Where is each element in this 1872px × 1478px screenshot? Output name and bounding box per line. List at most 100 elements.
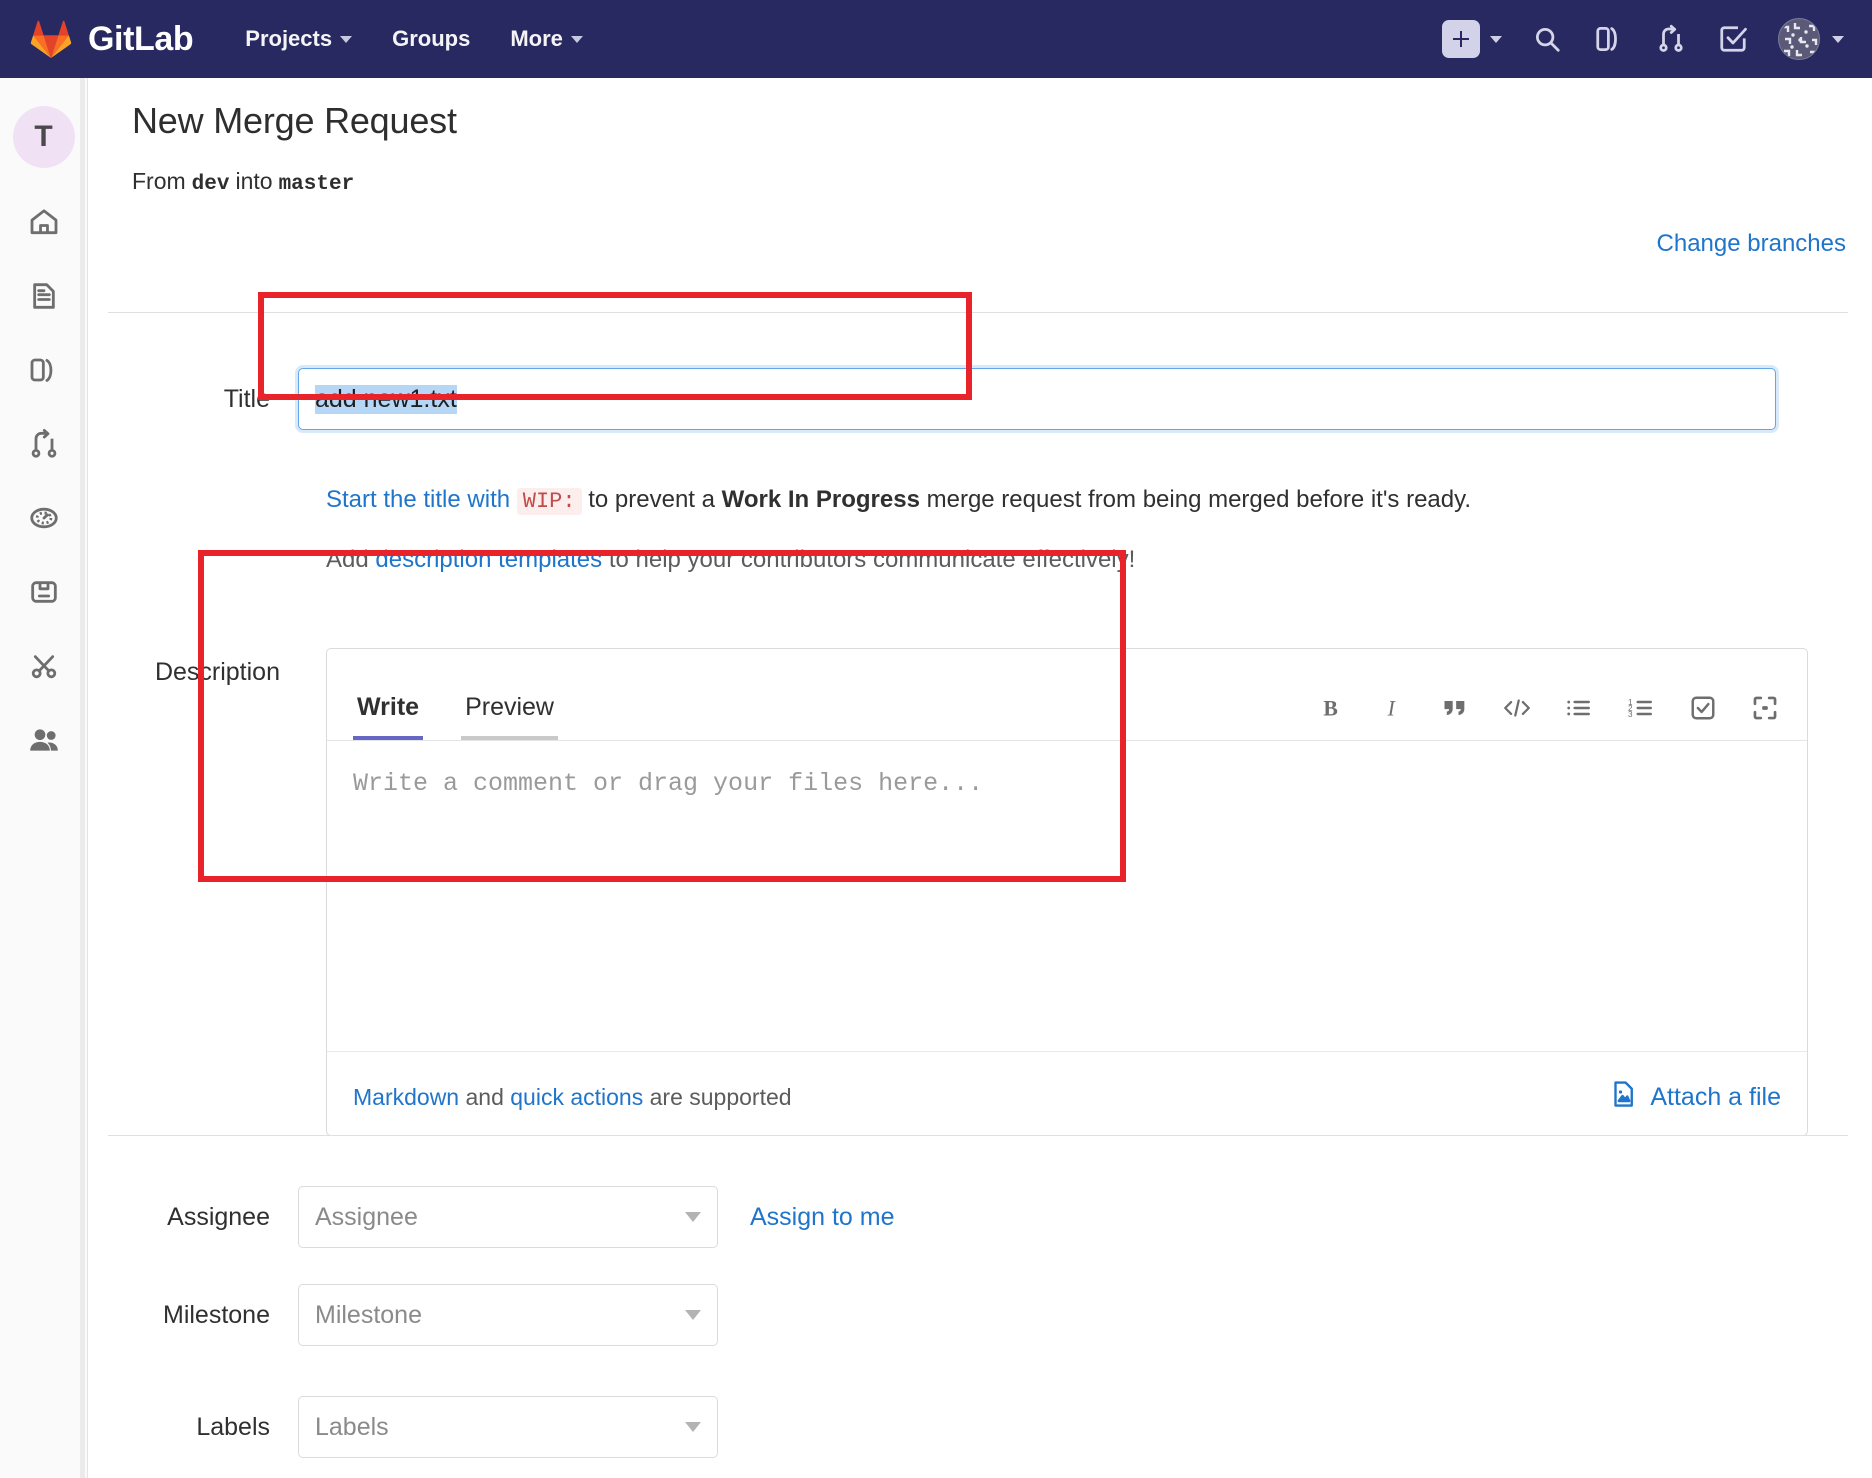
bold-icon[interactable]: B [1315, 692, 1347, 724]
bullet-list-icon[interactable] [1563, 692, 1595, 724]
title-label: Title [223, 384, 270, 413]
footer-and: and [465, 1084, 504, 1110]
templates-prefix: Add [326, 546, 369, 573]
search-icon[interactable] [1530, 22, 1564, 56]
description-editor: Write Preview B I 1 2 3 Write a comment … [326, 648, 1808, 1136]
chevron-down-icon [685, 1212, 701, 1222]
code-icon[interactable] [1501, 692, 1533, 724]
avatar[interactable] [1778, 18, 1820, 60]
chevron-down-icon [340, 35, 353, 43]
attach-image-icon [1608, 1079, 1638, 1116]
sidebar-item-home[interactable] [22, 200, 66, 244]
milestone-row: Milestone Milestone [108, 1284, 718, 1346]
quick-actions-link[interactable]: quick actions [510, 1084, 643, 1110]
content-scrollbar[interactable] [80, 78, 85, 1478]
nav-groups[interactable]: Groups [392, 26, 470, 52]
branch-summary: From dev into master [132, 168, 1848, 196]
primary-nav-links: Projects Groups More [245, 26, 583, 52]
footer-supported: are supported [649, 1084, 792, 1110]
description-label: Description [154, 658, 280, 686]
title-input[interactable]: add new1.txt [298, 368, 1776, 430]
nav-more-label: More [510, 26, 563, 51]
title-wip-hint: Start the title with WIP: to prevent a W… [326, 486, 1472, 515]
labels-row: Labels Labels [108, 1396, 718, 1458]
sidebar-item-members[interactable] [22, 718, 66, 762]
chevron-down-icon [685, 1310, 701, 1320]
page-title: New Merge Request [132, 100, 457, 141]
sidebar-item-packages[interactable] [22, 570, 66, 614]
title-field-row: Title add new1.txt [108, 368, 1776, 430]
project-sidebar: T [0, 78, 88, 1478]
nav-groups-label: Groups [392, 26, 471, 51]
from-prefix: From [132, 168, 186, 194]
sidebar-item-ci-cd[interactable] [22, 496, 66, 540]
brand-name-label: GitLab [88, 19, 194, 58]
chevron-down-icon [1832, 35, 1844, 43]
todos-icon[interactable] [1716, 22, 1750, 56]
nav-right-icons [1442, 0, 1844, 78]
wip-hint-suffix: merge request from being merged before i… [926, 486, 1472, 513]
issues-icon[interactable] [1592, 22, 1626, 56]
task-list-icon[interactable] [1687, 692, 1719, 724]
numbered-list-icon[interactable]: 1 2 3 [1625, 692, 1657, 724]
nav-projects[interactable]: Projects [245, 26, 353, 52]
assignee-select-value: Assignee [315, 1202, 418, 1231]
section-divider [108, 1135, 1848, 1136]
tab-write[interactable]: Write [353, 693, 424, 740]
wip-code-token: WIP: [516, 488, 582, 515]
gitlab-brand[interactable]: GitLab [30, 19, 194, 59]
assignee-row: Assignee Assignee Assign to me [108, 1186, 895, 1248]
merge-requests-icon[interactable] [1654, 22, 1688, 56]
attach-file-label: Attach a file [1650, 1083, 1781, 1111]
milestone-select[interactable]: Milestone [298, 1284, 718, 1346]
sidebar-item-merge-requests[interactable] [22, 422, 66, 466]
assignee-label: Assignee [167, 1202, 270, 1231]
sidebar-item-project-overview[interactable] [22, 274, 66, 318]
wip-hint-middle: to prevent a [588, 486, 715, 513]
sidebar-item-issues[interactable] [22, 348, 66, 392]
sidebar-project-avatar[interactable]: T [12, 106, 75, 168]
svg-text:I: I [1387, 697, 1397, 721]
main-content: New Merge Request From dev into master C… [88, 78, 1872, 1478]
wip-hint-bold: Work In Progress [721, 486, 920, 513]
attach-file-button[interactable]: Attach a file [1608, 1079, 1781, 1116]
description-textarea[interactable]: Write a comment or drag your files here.… [327, 741, 1807, 1051]
sidebar-item-snippets[interactable] [22, 644, 66, 688]
into-word: into [235, 168, 273, 194]
markdown-link[interactable]: Markdown [353, 1084, 459, 1110]
assignee-select[interactable]: Assignee [298, 1186, 718, 1248]
title-input-value: add new1.txt [315, 384, 457, 414]
nav-more[interactable]: More [510, 26, 583, 52]
chevron-down-icon [1490, 35, 1502, 43]
labels-select[interactable]: Labels [298, 1396, 718, 1458]
markdown-tabs: Write Preview B I 1 2 3 [327, 649, 1807, 741]
description-templates-link[interactable]: description templates [375, 546, 602, 573]
svg-text:B: B [1323, 697, 1337, 721]
templates-suffix: to help your contributors communicate ef… [608, 546, 1136, 573]
quote-icon[interactable] [1439, 692, 1471, 724]
user-menu[interactable] [1778, 18, 1844, 60]
markdown-support-note: Markdown and quick actions are supported [353, 1084, 792, 1111]
chevron-down-icon [685, 1422, 701, 1432]
wip-hint-link[interactable]: Start the title with [326, 486, 510, 513]
target-branch: master [278, 173, 355, 196]
tab-preview[interactable]: Preview [461, 693, 558, 740]
source-branch: dev [191, 173, 230, 196]
top-navigation-bar: GitLab Projects Groups More [0, 0, 1872, 78]
fullscreen-icon[interactable] [1749, 692, 1781, 724]
chevron-down-icon [570, 35, 583, 43]
assign-to-me-link[interactable]: Assign to me [750, 1203, 895, 1232]
change-branches-link[interactable]: Change branches [1657, 230, 1846, 258]
svg-text:3: 3 [1628, 710, 1633, 719]
italic-icon[interactable]: I [1377, 692, 1409, 724]
labels-label: Labels [196, 1412, 270, 1441]
header-divider [108, 312, 1848, 313]
markdown-toolbar: B I 1 2 3 [1315, 692, 1781, 724]
milestone-select-value: Milestone [315, 1300, 422, 1329]
description-templates-hint: Add description templates to help your c… [326, 546, 1135, 574]
description-footer: Markdown and quick actions are supported… [327, 1051, 1807, 1143]
milestone-label: Milestone [163, 1300, 270, 1329]
labels-select-value: Labels [315, 1412, 389, 1441]
new-item-group[interactable] [1442, 20, 1502, 58]
plus-icon[interactable] [1442, 20, 1480, 58]
